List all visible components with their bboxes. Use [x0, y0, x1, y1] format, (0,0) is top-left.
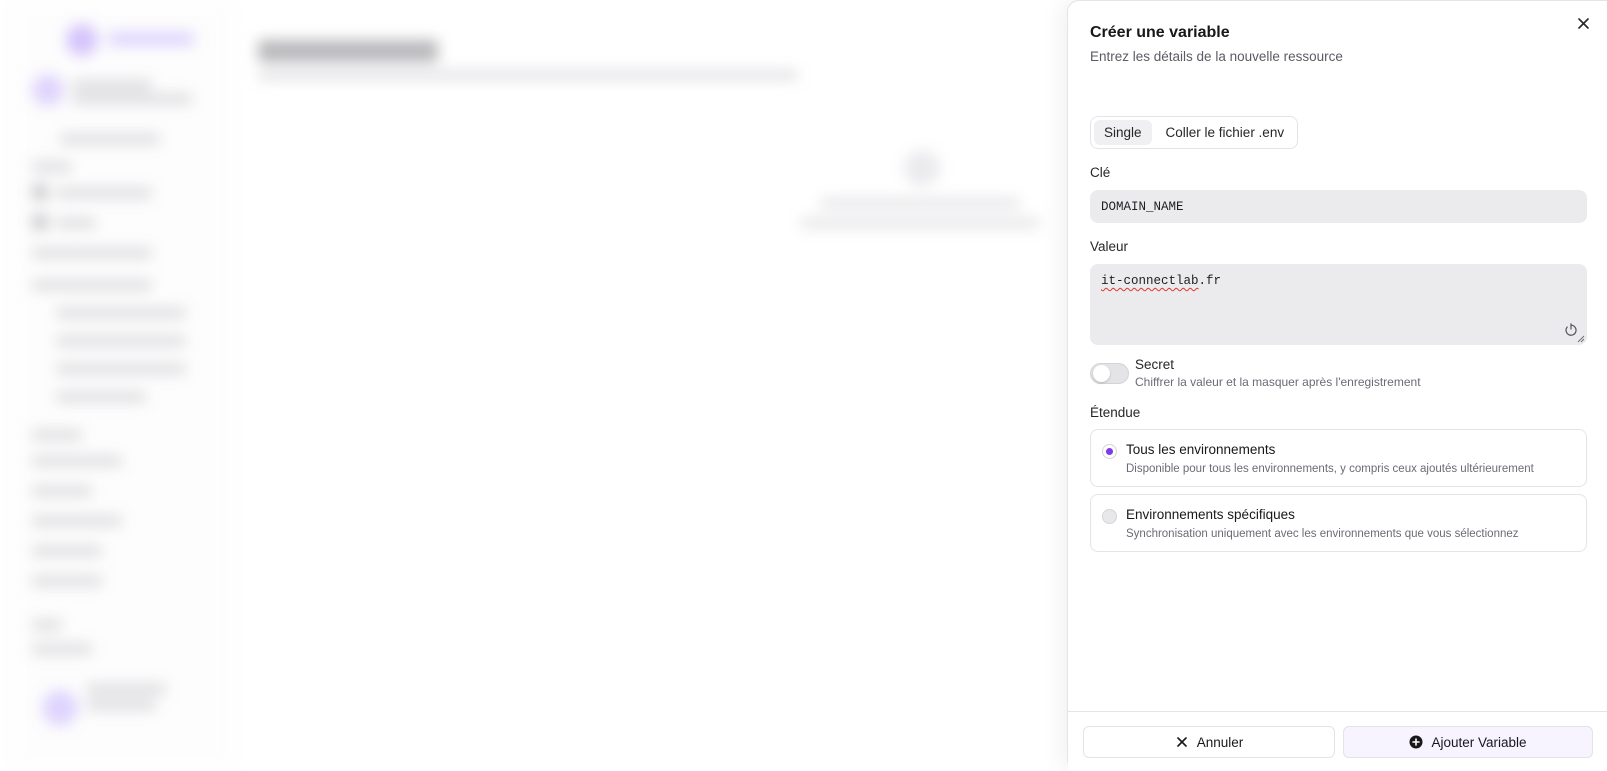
tab-single[interactable]: Single	[1094, 120, 1152, 145]
key-input-value: DOMAIN_NAME	[1101, 199, 1184, 214]
radio-all-selected[interactable]	[1102, 444, 1117, 459]
tab-paste-env[interactable]: Coller le fichier .env	[1156, 120, 1295, 145]
scope-option-all[interactable]: Tous les environnements Disponible pour …	[1090, 429, 1587, 487]
sheet-title: Créer une variable	[1090, 24, 1230, 41]
radio-specific[interactable]	[1102, 509, 1117, 524]
resize-handle-icon[interactable]	[1577, 335, 1585, 343]
reset-icon[interactable]	[1564, 323, 1578, 337]
scope-option-description: Disponible pour tous les environnements,…	[1126, 463, 1534, 475]
cancel-button[interactable]: Annuler	[1083, 726, 1335, 758]
mode-tabs: Single Coller le fichier .env	[1090, 116, 1299, 149]
toggle-knob	[1093, 365, 1110, 382]
scope-option-description: Synchronisation uniquement avec les envi…	[1126, 528, 1519, 540]
create-variable-sheet: Créer une variable Entrez les détails de…	[1067, 0, 1607, 771]
secret-title: Secret	[1135, 357, 1175, 372]
sheet-footer: Annuler Ajouter Variable	[1068, 711, 1607, 771]
scope-option-title: Tous les environnements	[1126, 442, 1276, 457]
secret-toggle[interactable]	[1090, 363, 1129, 384]
plus-circle-icon	[1409, 735, 1423, 749]
value-label: Valeur	[1090, 239, 1129, 254]
add-variable-label: Ajouter Variable	[1431, 734, 1527, 750]
scope-label: Étendue	[1090, 405, 1141, 420]
scope-option-title: Environnements spécifiques	[1126, 507, 1295, 522]
value-text-misspelled: it-connectlab	[1101, 274, 1199, 288]
close-button[interactable]	[1573, 13, 1593, 33]
cancel-label: Annuler	[1196, 734, 1244, 750]
value-text-rest: .fr	[1198, 274, 1222, 288]
scope-option-specific[interactable]: Environnements spécifiques Synchronisati…	[1090, 494, 1587, 552]
add-variable-button[interactable]: Ajouter Variable	[1343, 726, 1593, 758]
secret-description: Chiffrer la valeur et la masquer après l…	[1135, 375, 1421, 389]
close-icon	[1175, 735, 1189, 749]
sheet-description: Entrez les détails de la nouvelle ressou…	[1090, 49, 1343, 64]
value-textarea[interactable]: it-connectlab.fr	[1090, 264, 1587, 345]
close-icon	[1577, 17, 1589, 29]
key-label: Clé	[1090, 165, 1111, 180]
key-input[interactable]: DOMAIN_NAME	[1090, 190, 1587, 223]
